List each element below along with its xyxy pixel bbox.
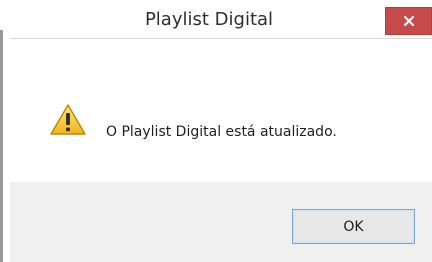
dialog-footer: OK xyxy=(10,182,432,262)
background-window-edge xyxy=(0,30,3,262)
close-icon xyxy=(403,16,414,26)
screen: Playlist Digital O Playlist Digital está… xyxy=(0,0,432,262)
ok-button[interactable]: OK xyxy=(292,209,415,244)
window-title: Playlist Digital xyxy=(144,9,274,30)
message-dialog: Playlist Digital O Playlist Digital está… xyxy=(10,0,432,262)
message-text: O Playlist Digital está atualizado. xyxy=(106,124,337,140)
warning-icon xyxy=(50,104,86,135)
title-bar: Playlist Digital xyxy=(10,0,432,39)
dialog-content: O Playlist Digital está atualizado. xyxy=(10,39,432,182)
close-button[interactable] xyxy=(385,7,432,35)
